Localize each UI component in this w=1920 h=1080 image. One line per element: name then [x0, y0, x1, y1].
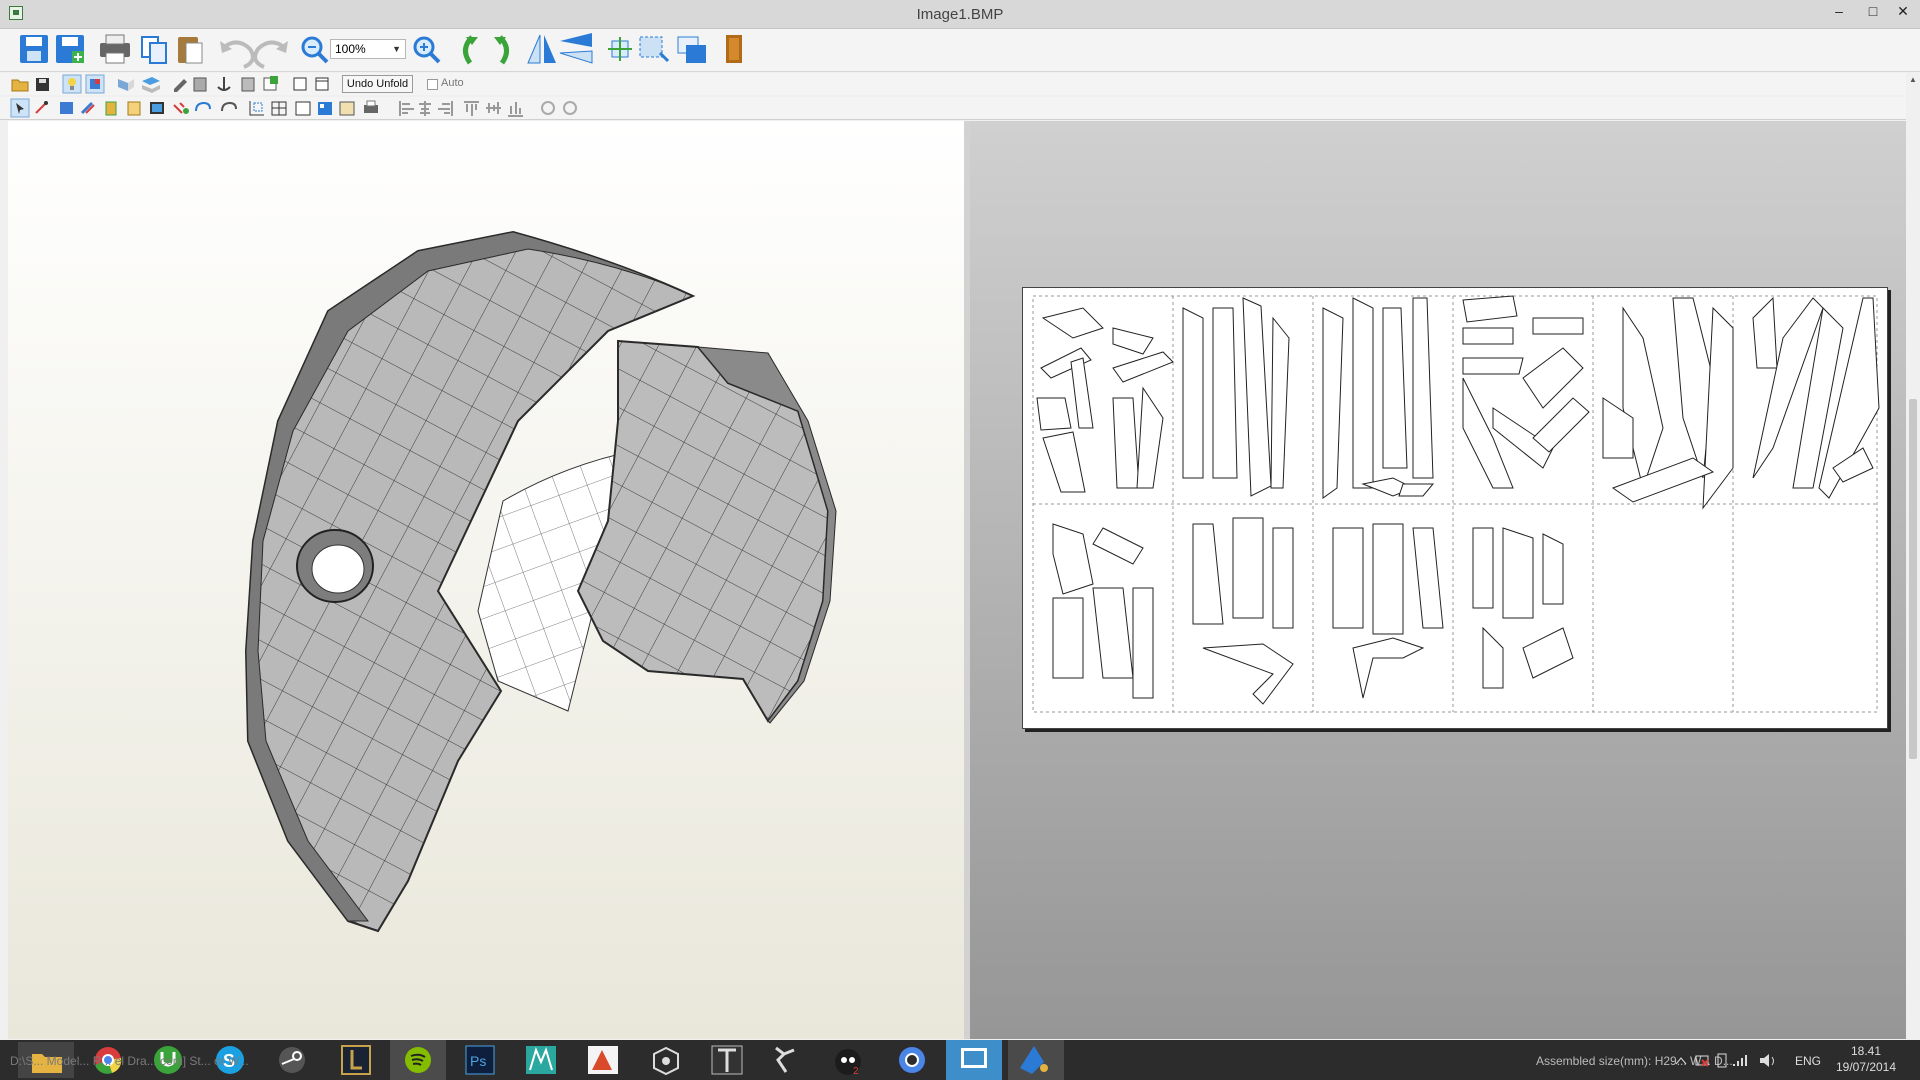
grid-tool-icon[interactable]	[271, 101, 287, 116]
steam-icon[interactable]	[279, 1047, 305, 1073]
zoom-out-icon[interactable]	[301, 36, 329, 64]
edge-tool-icon[interactable]	[35, 101, 48, 114]
paper-sheet[interactable]	[1022, 287, 1888, 729]
redo-icon[interactable]	[253, 40, 288, 69]
save-icon[interactable]	[20, 35, 48, 63]
align-right-icon[interactable]	[438, 101, 453, 116]
clock[interactable]: 18.41 19/07/2014	[1832, 1043, 1900, 1075]
chevron-down-icon: ▼	[392, 44, 401, 54]
fold-icon[interactable]	[118, 79, 134, 91]
tray-chevron-icon[interactable]	[1675, 1057, 1687, 1065]
cylinder-icon[interactable]	[193, 77, 207, 92]
select-tool-icon[interactable]	[10, 98, 30, 118]
chromium-icon[interactable]	[899, 1047, 925, 1073]
battery-icon[interactable]	[1717, 1053, 1727, 1068]
minimize-button[interactable]: –	[1824, 0, 1854, 22]
scroll-up-icon[interactable]: ▲	[1909, 75, 1917, 84]
close-button[interactable]: ✕	[1888, 0, 1918, 22]
frame-tool-icon[interactable]	[249, 101, 264, 116]
zbrush-icon[interactable]	[775, 1046, 795, 1073]
undo-icon[interactable]	[220, 40, 255, 69]
cube-icon[interactable]	[85, 74, 105, 94]
language-indicator[interactable]: ENG	[1795, 1054, 1821, 1068]
page-tool-icon[interactable]	[295, 101, 311, 116]
undo-unfold-button[interactable]: Undo Unfold	[342, 75, 413, 93]
align-middle-icon[interactable]	[486, 102, 501, 114]
maya-icon[interactable]	[526, 1046, 556, 1074]
text-tool-icon[interactable]	[127, 101, 141, 116]
align-center-icon[interactable]	[419, 101, 431, 116]
tools-toolbar-icons	[10, 98, 577, 118]
pepakura-viewer-icon[interactable]	[946, 1040, 1002, 1080]
shape-icon[interactable]	[263, 76, 278, 91]
svg-text:Ps: Ps	[470, 1053, 486, 1069]
scrollbar-thumb[interactable]	[1909, 399, 1917, 759]
window-title: Image1.BMP	[916, 6, 1004, 23]
auto-checkbox[interactable]	[427, 79, 438, 90]
rotate-right-icon[interactable]	[494, 35, 509, 65]
flip-horizontal-icon[interactable]	[527, 34, 556, 64]
copy-icon[interactable]	[141, 36, 167, 64]
zoom-value: 100%	[335, 42, 366, 56]
unity-icon[interactable]	[653, 1046, 679, 1076]
cloud-app-icon[interactable]	[1008, 1040, 1064, 1080]
photoshop-icon[interactable]: Ps	[465, 1045, 495, 1075]
auto-label: Auto	[441, 77, 464, 89]
rotate-left-icon[interactable]	[463, 35, 478, 65]
align-bottom-icon[interactable]	[508, 102, 523, 117]
calc-icon[interactable]	[339, 101, 355, 116]
clock-date: 19/07/2014	[1835, 1060, 1897, 1074]
zoom-in-icon[interactable]	[413, 36, 441, 64]
mudbox-icon[interactable]	[588, 1046, 618, 1074]
path-status-text: D:\S... Model... R... el Dra... com] St.…	[10, 1054, 249, 1068]
game-icon[interactable]: 2	[835, 1049, 861, 1077]
clock-time: 18.41	[1850, 1044, 1882, 1058]
box-icon[interactable]	[241, 77, 255, 92]
pencil-icon[interactable]	[174, 79, 187, 92]
window-single-icon[interactable]	[293, 77, 307, 91]
3d-mask-model[interactable]	[8, 121, 964, 1039]
window-double-icon[interactable]	[315, 77, 329, 91]
stack-icon[interactable]	[142, 77, 160, 93]
system-tray	[1675, 1053, 1774, 1068]
align-top-icon[interactable]	[464, 101, 479, 116]
paste-icon[interactable]	[178, 37, 203, 64]
piece-tool-icon[interactable]	[105, 101, 117, 116]
spotify-icon[interactable]	[390, 1040, 446, 1080]
print-icon[interactable]	[100, 34, 130, 64]
rotate-part-alt-icon[interactable]	[221, 101, 237, 112]
door-icon[interactable]	[726, 35, 742, 63]
rotate-180-icon[interactable]	[541, 101, 555, 115]
title-bar: Image1.BMP – □ ✕	[0, 0, 1920, 29]
layers-icon[interactable]	[677, 36, 706, 63]
join-tool-icon[interactable]	[173, 102, 189, 114]
lightbulb-icon[interactable]	[62, 74, 82, 94]
printer-small-icon[interactable]	[364, 100, 378, 113]
volume-icon[interactable]	[1760, 1054, 1774, 1067]
image-tool-icon[interactable]	[60, 102, 73, 114]
signal-icon[interactable]	[1733, 1055, 1747, 1066]
zoom-select[interactable]: 100% ▼	[330, 39, 406, 59]
league-of-legends-icon[interactable]	[341, 1045, 371, 1075]
paint-tool-icon[interactable]	[80, 101, 95, 115]
network-warning-icon[interactable]	[1695, 1055, 1709, 1067]
multi-page-icon[interactable]	[318, 102, 332, 115]
flip-vertical-icon[interactable]	[559, 33, 593, 64]
disk-icon[interactable]	[36, 78, 49, 91]
vertical-scrollbar[interactable]: ▲	[1906, 73, 1920, 1039]
edit-toolbar-icons	[11, 74, 329, 94]
rotate-part-icon[interactable]	[195, 101, 211, 112]
photo-tool-icon[interactable]	[150, 102, 164, 114]
maximize-button[interactable]: □	[1858, 0, 1888, 22]
svg-text:2: 2	[853, 1066, 859, 1077]
open-folder-icon[interactable]	[11, 79, 29, 92]
align-left-icon[interactable]	[399, 101, 414, 116]
select-area-icon[interactable]	[639, 36, 670, 63]
fit-icon[interactable]	[608, 37, 632, 61]
rotate-90-icon[interactable]	[563, 101, 577, 115]
anchor-icon[interactable]	[217, 77, 231, 91]
unfolded-parts	[1032, 295, 1880, 713]
save-as-icon[interactable]	[56, 35, 84, 63]
pepakura-icon[interactable]	[711, 1045, 743, 1075]
